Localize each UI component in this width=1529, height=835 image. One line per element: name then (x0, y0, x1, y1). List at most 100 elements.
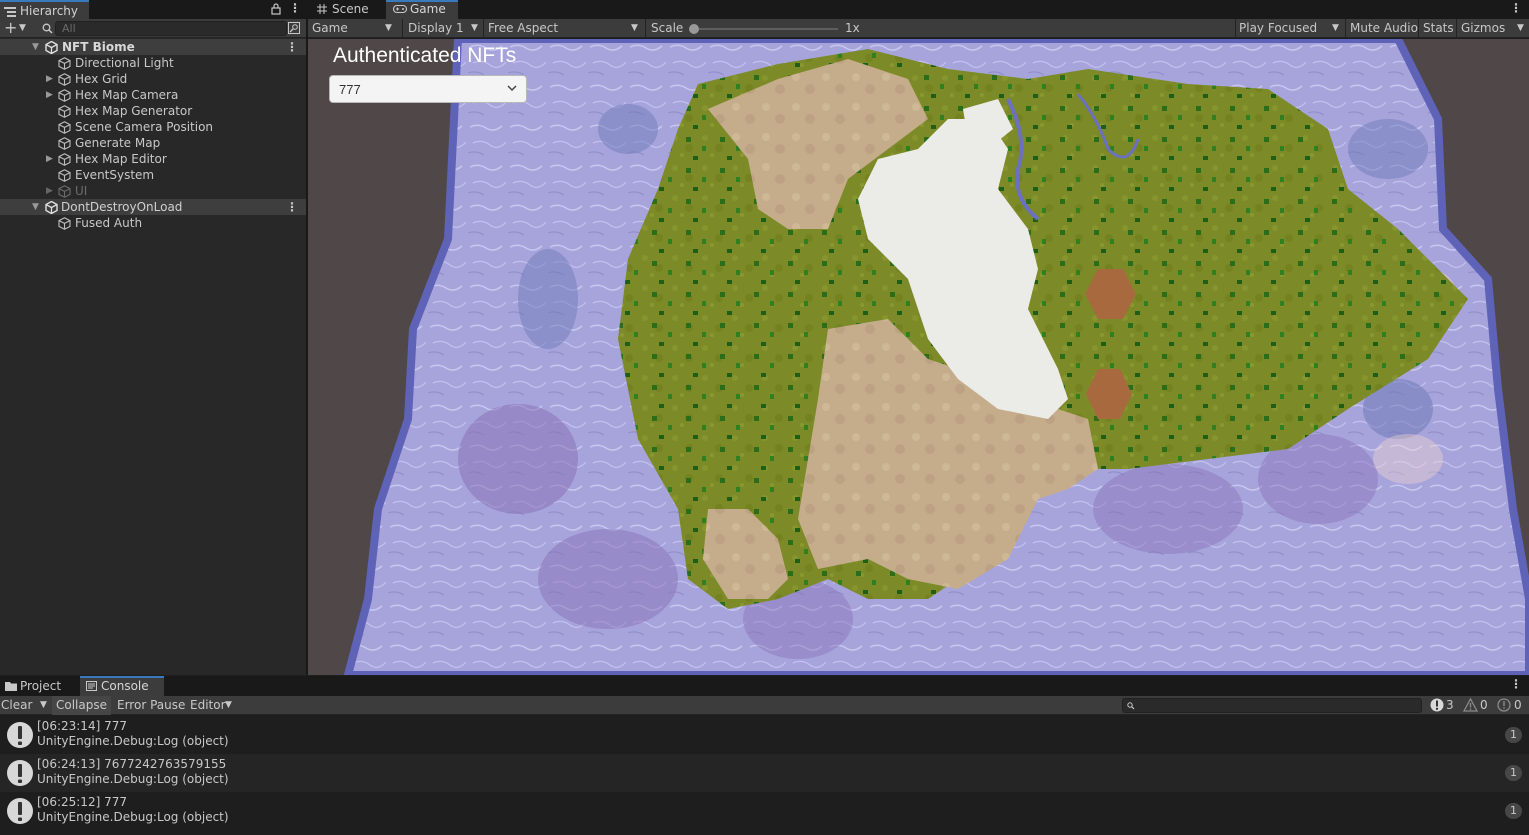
add-icon[interactable]: + (4, 19, 17, 37)
search-by-type-icon[interactable] (288, 22, 300, 34)
log-stacktrace: UnityEngine.Debug:Log (object) (37, 734, 229, 748)
grid-icon (317, 4, 327, 14)
collapse-label: Collapse (56, 698, 107, 712)
hierarchy-item-label: Generate Map (75, 136, 161, 150)
hierarchy-item-label: Hex Map Generator (75, 104, 193, 118)
view-mode-dropdown[interactable]: Game ▼ (312, 19, 398, 38)
log-count-badge: 1 (1505, 765, 1522, 781)
game-panel-menu-icon[interactable]: ⋮ (1510, 1, 1522, 15)
toolbar-separator (1345, 19, 1346, 38)
hierarchy-item-hex-map-editor[interactable]: ▶ Hex Map Editor (0, 151, 306, 167)
editor-dropdown[interactable]: Editor (190, 698, 226, 712)
tab-console[interactable]: Console (80, 676, 164, 696)
search-icon (1127, 702, 1135, 710)
chevron-down-icon[interactable]: ▼ (225, 700, 232, 710)
hierarchy-item-ui[interactable]: ▶ UI (0, 183, 306, 199)
expand-arrow-icon[interactable]: ▶ (46, 87, 53, 103)
hierarchy-item-label: Hex Grid (75, 72, 128, 86)
toolbar-separator (1456, 19, 1457, 38)
stats-button[interactable]: Stats (1423, 19, 1454, 38)
chevron-down-icon: ▼ (1332, 23, 1339, 33)
tab-console-label: Console (101, 679, 149, 693)
gizmos-dropdown[interactable]: Gizmos ▼ (1461, 19, 1527, 38)
hierarchy-item-label: Directional Light (75, 56, 174, 70)
expand-arrow-icon[interactable]: ▶ (46, 183, 53, 199)
log-count-badge: 1 (1505, 727, 1522, 743)
gameobject-cube-icon (58, 137, 71, 150)
scale-slider-handle[interactable] (689, 24, 699, 34)
tab-project[interactable]: Project (0, 676, 78, 696)
hierarchy-item-hex-grid[interactable]: ▶ Hex Grid (0, 71, 306, 87)
error-count-icon[interactable] (1497, 698, 1511, 712)
scene-menu-icon[interactable]: ⋮ (286, 39, 298, 55)
gameobject-cube-icon (58, 73, 71, 86)
log-count-badge: 1 (1505, 803, 1522, 819)
authenticated-nfts-title: Authenticated NFTs (333, 44, 517, 67)
console-panel-menu-icon[interactable]: ⋮ (1510, 677, 1522, 691)
info-count: 3 (1446, 698, 1454, 712)
game-viewport[interactable] (308, 39, 1529, 675)
toolbar-separator (483, 19, 484, 38)
aspect-dropdown[interactable]: Free Aspect ▼ (488, 19, 642, 38)
console-log-list: [06:23:14] 777 UnityEngine.Debug:Log (ob… (0, 716, 1529, 835)
hierarchy-menu-icon[interactable]: ⋮ (289, 1, 301, 15)
expand-arrow-icon[interactable]: ▼ (32, 39, 39, 55)
info-message-icon (7, 760, 33, 786)
hex-map-render (308, 39, 1529, 675)
display-dropdown[interactable]: Display 1 ▼ (408, 19, 482, 38)
gameobject-cube-icon (58, 57, 71, 70)
log-entry[interactable]: [06:23:14] 777 UnityEngine.Debug:Log (ob… (0, 716, 1529, 754)
gameobject-cube-icon (58, 169, 71, 182)
hierarchy-item-label: Scene Camera Position (75, 120, 214, 134)
gameobject-cube-icon (58, 185, 71, 198)
hierarchy-panel: Hierarchy ⋮ + ▼ All ▼ NFT Biome ⋮ Direct… (0, 0, 306, 675)
log-stacktrace: UnityEngine.Debug:Log (object) (37, 772, 229, 786)
hierarchy-item-scene-camera-position[interactable]: Scene Camera Position (0, 119, 306, 135)
unity-scene-icon (45, 41, 58, 54)
nft-dropdown-value: 777 (339, 82, 361, 97)
clear-button[interactable]: Clear (1, 698, 32, 712)
scale-slider-track[interactable] (691, 28, 838, 30)
hierarchy-item-generate-map[interactable]: Generate Map (0, 135, 306, 151)
tab-game[interactable]: Game (386, 0, 458, 19)
mute-audio-button[interactable]: Mute Audio (1350, 19, 1418, 38)
log-message: [06:24:13] 7677242763579155 (37, 757, 227, 771)
display-label: Display 1 (408, 21, 464, 35)
game-tab-bar (308, 0, 1529, 19)
log-entry[interactable]: [06:25:12] 777 UnityEngine.Debug:Log (ob… (0, 792, 1529, 830)
toolbar-separator (1235, 19, 1236, 38)
hierarchy-item-fused-auth[interactable]: Fused Auth (0, 215, 306, 231)
gameobject-cube-icon (58, 89, 71, 102)
lock-icon[interactable] (271, 3, 281, 15)
add-dropdown-icon[interactable]: ▼ (19, 23, 26, 33)
hierarchy-item-directional-light[interactable]: Directional Light (0, 55, 306, 71)
hierarchy-item-eventsystem[interactable]: EventSystem (0, 167, 306, 183)
clear-options-icon[interactable]: ▼ (40, 700, 47, 710)
hierarchy-item-dontdestroyonload[interactable]: ▼ DontDestroyOnLoad ⋮ (0, 199, 306, 215)
scene-menu-icon[interactable]: ⋮ (286, 199, 298, 215)
log-entry[interactable]: [06:24:13] 7677242763579155 UnityEngine.… (0, 754, 1529, 792)
hierarchy-item-hex-map-camera[interactable]: ▶ Hex Map Camera (0, 87, 306, 103)
nft-dropdown[interactable]: 777 (330, 76, 526, 102)
expand-arrow-icon[interactable]: ▶ (46, 71, 53, 87)
hierarchy-search-input[interactable]: All (55, 21, 287, 36)
info-count-icon[interactable] (1430, 698, 1444, 712)
error-pause-button[interactable]: Error Pause (117, 698, 185, 712)
warning-count-icon[interactable] (1463, 698, 1478, 712)
expand-arrow-icon[interactable]: ▶ (46, 151, 53, 167)
toolbar-separator (645, 19, 646, 38)
hierarchy-item-label: NFT Biome (62, 40, 135, 54)
tab-scene[interactable]: Scene (310, 0, 386, 19)
hierarchy-item-label: EventSystem (75, 168, 155, 182)
hierarchy-item-nft-biome[interactable]: ▼ NFT Biome ⋮ (0, 39, 306, 55)
log-message: [06:25:12] 777 (37, 795, 127, 809)
play-focused-dropdown[interactable]: Play Focused ▼ (1239, 19, 1343, 38)
console-search-input[interactable] (1122, 698, 1422, 713)
warning-count: 0 (1480, 698, 1488, 712)
console-icon (86, 681, 97, 691)
collapse-button[interactable]: Collapse (52, 696, 111, 715)
info-message-icon (7, 798, 33, 824)
tab-hierarchy[interactable]: Hierarchy (0, 0, 89, 19)
expand-arrow-icon[interactable]: ▼ (32, 199, 39, 215)
hierarchy-item-hex-map-generator[interactable]: Hex Map Generator (0, 103, 306, 119)
